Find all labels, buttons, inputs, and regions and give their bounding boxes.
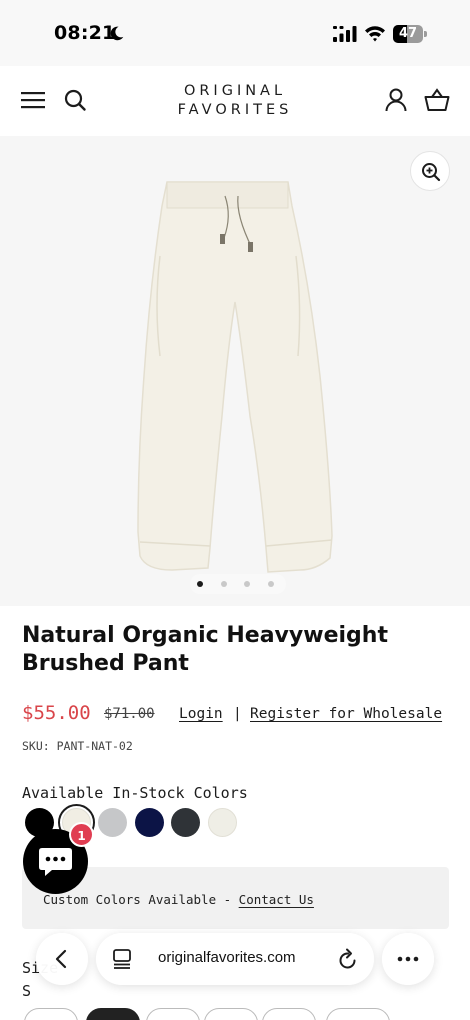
battery-icon: 47 [393, 25, 427, 43]
chat-badge: 1 [69, 822, 94, 847]
site-header: ORIGINAL FAVORITES [0, 66, 470, 136]
browser-more-button[interactable] [382, 933, 434, 985]
status-time: 08:21 [54, 22, 116, 44]
color-swatch[interactable] [171, 808, 200, 837]
sku-text: SKU: PANT-NAT-02 [22, 739, 133, 753]
size-chip[interactable] [262, 1008, 316, 1020]
search-icon[interactable] [63, 88, 87, 112]
colors-label: Available In-Stock Colors [22, 784, 248, 802]
register-wholesale-link[interactable]: Register for Wholesale [250, 706, 442, 722]
size-chip[interactable] [146, 1008, 200, 1020]
status-bar: 08:21 47 [0, 0, 470, 66]
account-icon[interactable] [385, 88, 407, 112]
custom-colors-text: Custom Colors Available - Contact Us [43, 892, 314, 907]
url-text[interactable]: originalfavorites.com [158, 949, 296, 966]
basket-icon[interactable] [424, 88, 450, 112]
color-swatch[interactable] [98, 808, 127, 837]
moon-icon [110, 26, 124, 41]
pager-dot[interactable] [220, 581, 227, 587]
compare-price: $71.00 [104, 706, 155, 722]
color-swatch[interactable] [134, 808, 164, 837]
link-separator: | [233, 706, 242, 722]
zoom-in-icon [422, 163, 441, 182]
size-value: S [22, 982, 32, 1000]
sale-price: $55.00 [22, 702, 91, 724]
back-icon [55, 949, 67, 969]
custom-colors-label: Custom Colors Available - [43, 892, 239, 907]
brand-line-1: ORIGINAL [183, 83, 287, 99]
wifi-icon [365, 26, 385, 42]
brand-line-2: FAVORITES [177, 102, 293, 118]
pager-dot[interactable] [267, 581, 274, 587]
menu-icon[interactable] [21, 90, 45, 110]
product-title: Natural Organic Heavyweight Brushed Pant [22, 623, 388, 676]
zoom-button[interactable] [410, 151, 450, 191]
more-icon [397, 956, 419, 962]
signal-icon [333, 26, 357, 42]
brand-logo[interactable]: ORIGINAL FAVORITES [160, 82, 310, 120]
tabs-icon[interactable] [113, 949, 131, 969]
custom-colors-box: Custom Colors Available - Contact Us [22, 867, 449, 929]
browser-url-bar[interactable]: originalfavorites.com [96, 933, 374, 985]
pager-dot[interactable] [197, 581, 203, 587]
browser-back-button[interactable] [36, 933, 88, 985]
contact-us-link[interactable]: Contact Us [239, 892, 314, 907]
size-chip[interactable] [86, 1008, 140, 1020]
size-chip[interactable] [24, 1008, 78, 1020]
size-chip[interactable] [204, 1008, 258, 1020]
gallery-pager [190, 574, 286, 594]
pager-dot[interactable] [244, 581, 250, 587]
color-swatch[interactable] [207, 808, 237, 837]
battery-level: 47 [398, 26, 418, 41]
reload-icon[interactable] [338, 948, 358, 970]
product-gallery[interactable] [0, 136, 470, 606]
product-image [137, 181, 333, 573]
chat-icon [39, 848, 72, 876]
login-link[interactable]: Login [179, 706, 223, 722]
size-chip[interactable] [326, 1008, 390, 1020]
